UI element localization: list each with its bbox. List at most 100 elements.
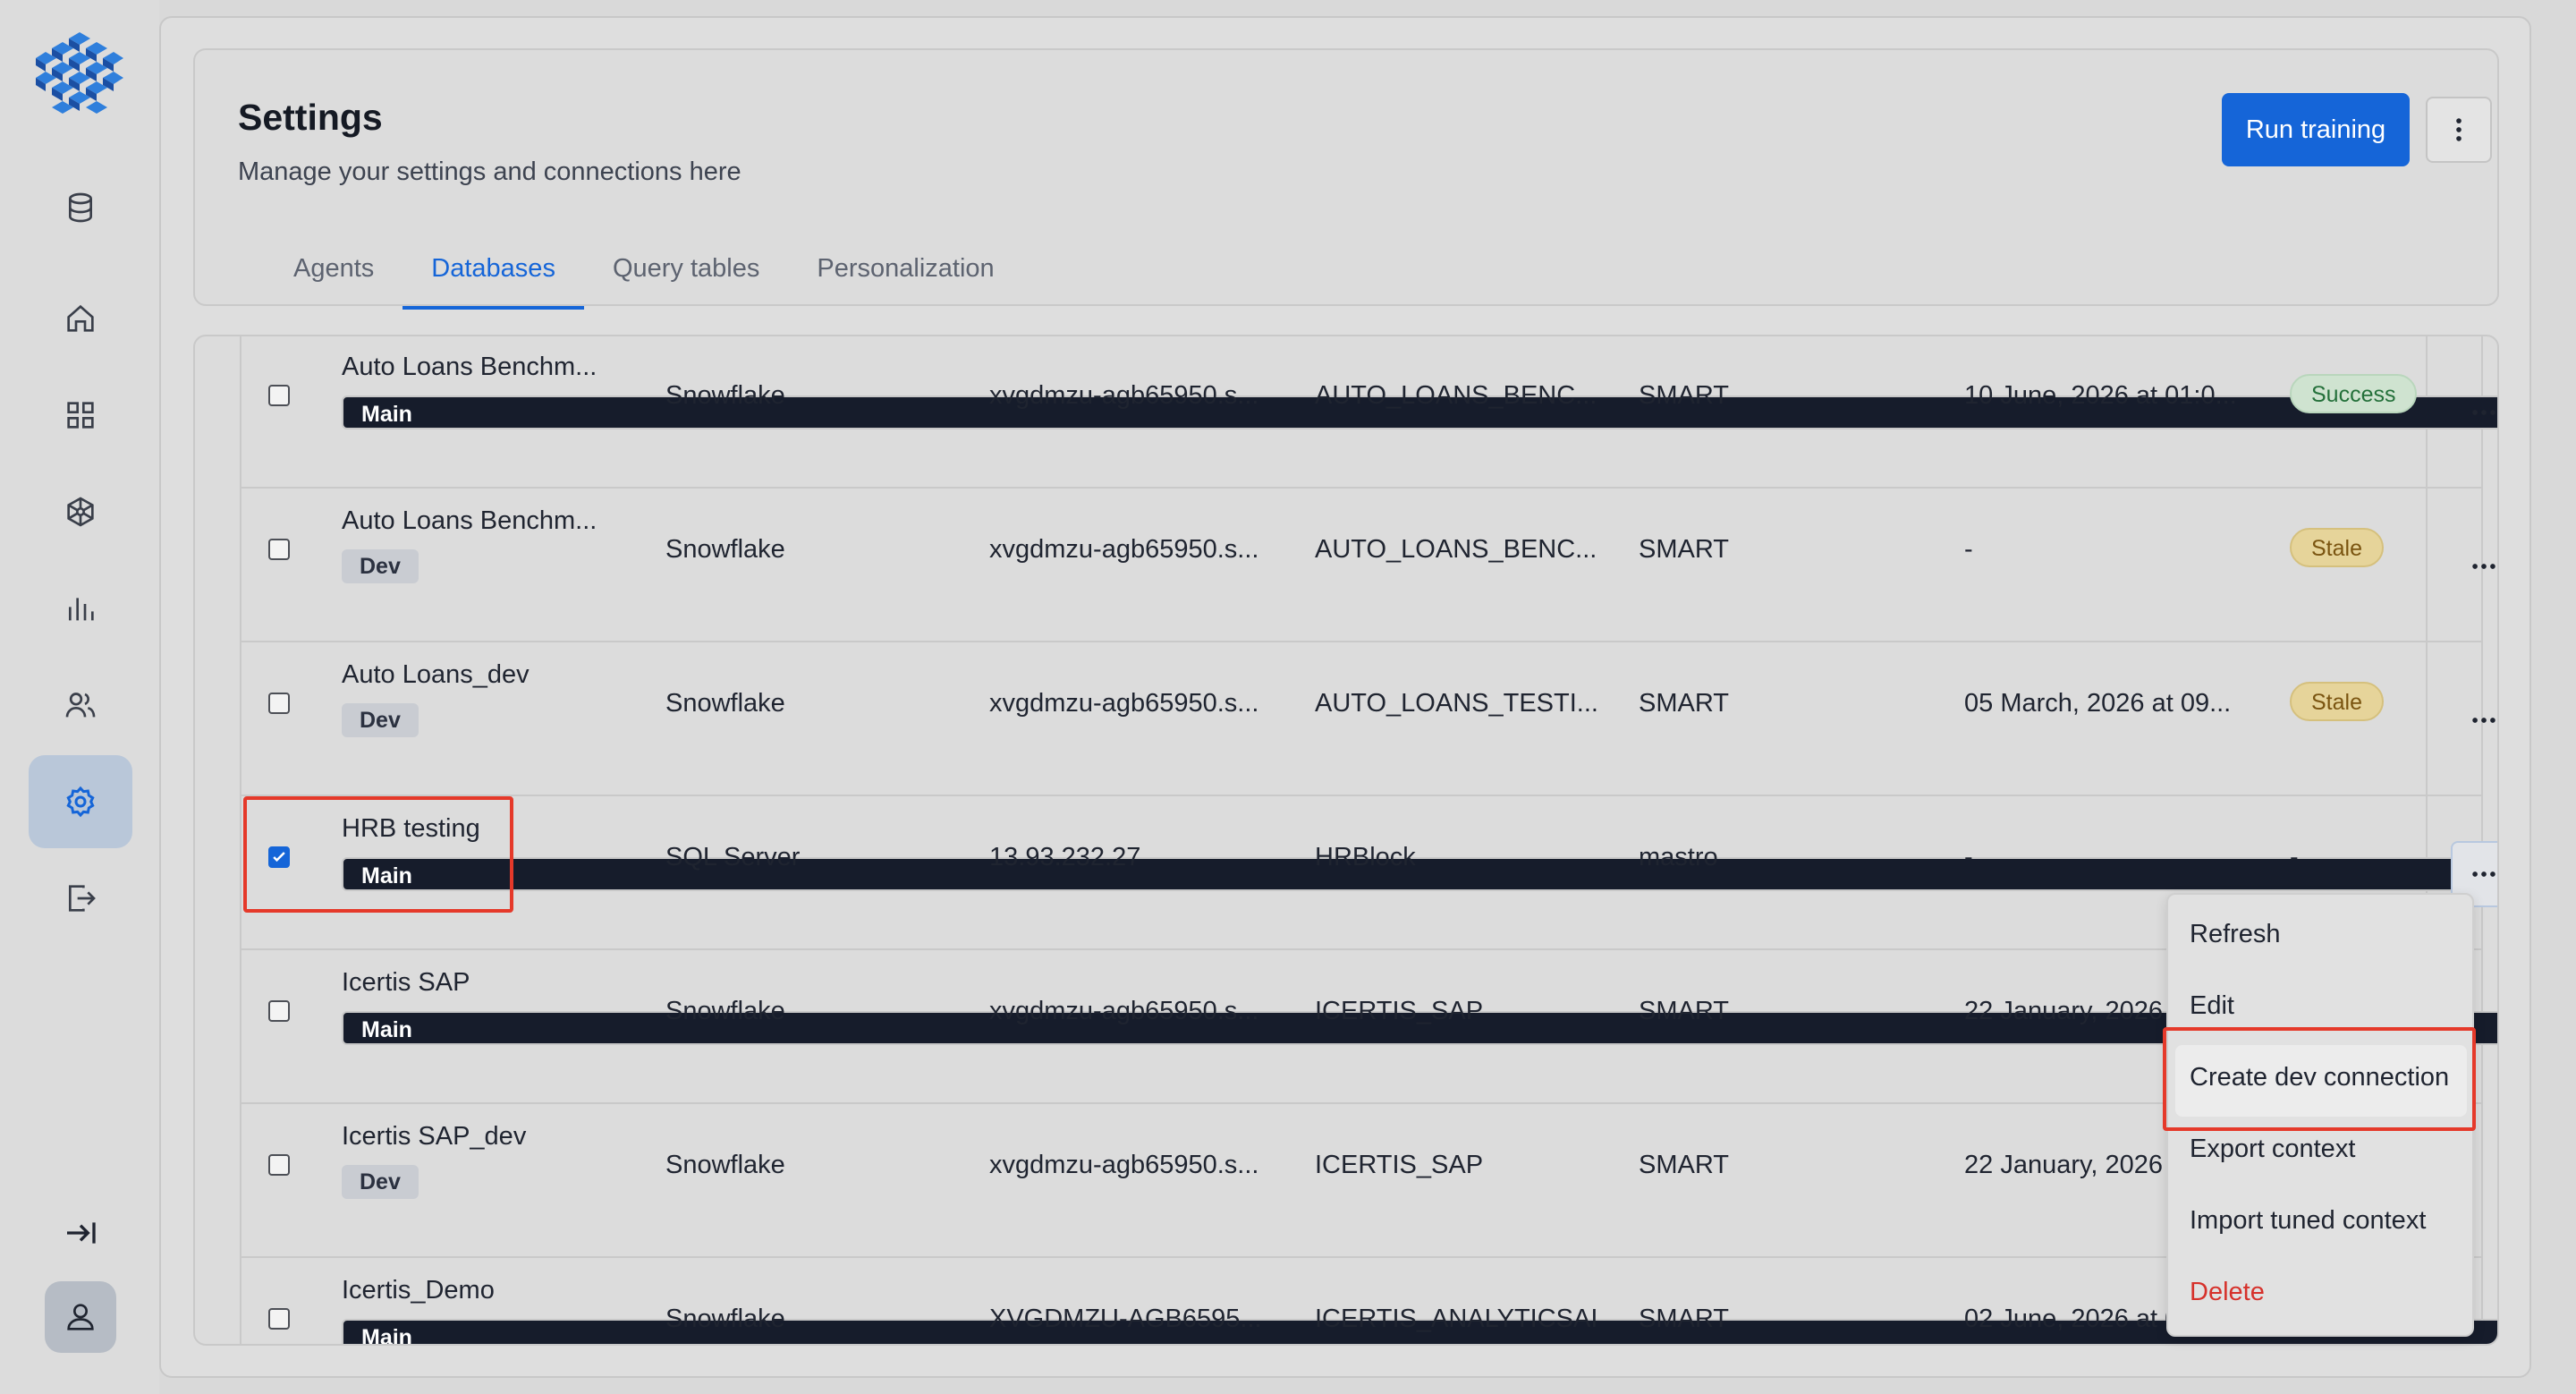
database-icon [69, 192, 92, 223]
more-horizontal-icon [2472, 718, 2496, 723]
branch-tag: Dev [342, 549, 419, 583]
settings-tabs: Agents Databases Query tables Personaliz… [265, 245, 1023, 310]
db-database: ICERTIS_SAP [1315, 1151, 1484, 1179]
db-host: xvgdmzu-agb65950.s... [989, 997, 1259, 1025]
db-database: AUTO_LOANS_BENC... [1315, 535, 1597, 564]
more-horizontal-icon [2472, 871, 2496, 877]
chart-icon [69, 598, 94, 621]
row-checkbox[interactable] [268, 693, 290, 714]
db-type: Snowflake [665, 1151, 785, 1179]
table-row[interactable]: Icertis SAP_dev Dev Snowflake xvgdmzu-ag… [242, 1104, 2481, 1258]
sidebar-item-dashboard[interactable] [29, 369, 132, 462]
row-actions-button[interactable] [2451, 379, 2497, 446]
db-type: Snowflake [665, 1305, 785, 1333]
db-database: HRBlock [1315, 843, 1416, 871]
sidebar-item-settings[interactable] [29, 755, 132, 848]
sidebar-item-home[interactable] [29, 272, 132, 365]
row-actions-button[interactable] [2451, 687, 2497, 753]
last-updated: 05 March, 2026 at 09... [1964, 689, 2232, 718]
db-schema: SMART [1639, 997, 1729, 1025]
row-checkbox[interactable] [268, 385, 290, 406]
row-checkbox[interactable] [268, 1308, 290, 1330]
status-text: - [2290, 843, 2299, 871]
row-checkbox[interactable] [268, 539, 290, 560]
branch-tag: Dev [342, 1165, 419, 1199]
row-checkbox[interactable] [268, 1154, 290, 1176]
sidebar-item-databases[interactable] [29, 161, 132, 254]
logout-icon [69, 885, 96, 912]
network-icon [67, 497, 94, 527]
connection-name: Auto Loans Benchm... [342, 353, 597, 381]
settings-header: Settings Manage your settings and connec… [193, 48, 2499, 310]
table-row[interactable]: Auto Loans_dev Dev Snowflake xvgdmzu-agb… [242, 642, 2496, 796]
connection-name: Icertis SAP_dev [342, 1122, 527, 1151]
connection-name: Icertis SAP [342, 968, 470, 997]
table-row[interactable]: Auto Loans Benchm... Main Snowflake xvgd… [242, 336, 2497, 489]
page-title: Settings [238, 97, 383, 138]
menu-item-edit[interactable]: Edit [2190, 991, 2234, 1021]
connection-name: Icertis_Demo [342, 1276, 495, 1305]
users-icon [65, 693, 96, 718]
sidebar-item-users[interactable] [29, 659, 132, 752]
db-schema: SMART [1639, 1151, 1729, 1179]
sidebar-item-network[interactable] [29, 465, 132, 558]
db-host: xvgdmzu-agb65950.s... [989, 535, 1259, 564]
tab-agents[interactable]: Agents [265, 245, 402, 308]
menu-item-import-tuned-context[interactable]: Import tuned context [2190, 1206, 2426, 1236]
tab-personalization[interactable]: Personalization [788, 245, 1022, 308]
connection-name: Auto Loans_dev [342, 660, 530, 689]
tab-query-tables[interactable]: Query tables [584, 245, 788, 308]
db-type: Snowflake [665, 381, 785, 410]
collapse-icon [67, 1222, 96, 1244]
user-icon [67, 1304, 94, 1330]
selected-row-highlight [243, 796, 513, 913]
collapse-sidebar-button[interactable] [29, 1186, 132, 1279]
db-host: 13.93.232.27 [989, 843, 1141, 871]
db-schema: SMART [1639, 381, 1729, 410]
db-type: Snowflake [665, 689, 785, 718]
user-avatar[interactable] [45, 1281, 116, 1353]
status-badge: Stale [2290, 682, 2384, 721]
tab-databases[interactable]: Databases [402, 245, 584, 310]
sidebar [0, 0, 159, 1394]
last-updated: 22 January, 2026 a [1964, 1151, 2185, 1179]
last-updated: 22 January, 2026 a [1964, 997, 2185, 1025]
db-type: SQL Server [665, 843, 801, 871]
db-database: ICERTIS_SAP [1315, 997, 1484, 1025]
row-actions-button[interactable] [2451, 533, 2497, 599]
home-icon [67, 304, 94, 332]
table-row[interactable]: Auto Loans Benchm... Dev Snowflake xvgdm… [242, 489, 2496, 642]
more-horizontal-icon [2472, 564, 2496, 569]
db-database: AUTO_LOANS_TESTI... [1315, 689, 1598, 718]
menu-item-refresh[interactable]: Refresh [2190, 920, 2281, 949]
db-type: Snowflake [665, 997, 785, 1025]
db-database: ICERTIS_ANALYTICSAI [1315, 1305, 1598, 1333]
menu-item-delete[interactable]: Delete [2190, 1278, 2265, 1307]
header-more-button[interactable] [2426, 97, 2492, 163]
table-row[interactable]: Icertis_Demo Main Snowflake XVGDMZU-AGB6… [242, 1258, 2497, 1344]
db-host: xvgdmzu-agb65950.s... [989, 689, 1259, 718]
menu-item-highlight [2163, 1027, 2476, 1131]
app-logo[interactable] [36, 32, 123, 118]
sidebar-item-analytics[interactable] [29, 562, 132, 655]
menu-item-export-context[interactable]: Export context [2190, 1135, 2355, 1164]
db-schema: SMART [1639, 1305, 1729, 1333]
db-database: AUTO_LOANS_BENC... [1315, 381, 1597, 410]
page-subtitle: Manage your settings and connections her… [238, 157, 741, 186]
table-body: Auto Loans Benchm... Main Snowflake xvgd… [240, 336, 2497, 1344]
row-checkbox[interactable] [268, 1000, 290, 1022]
more-vertical-icon [2456, 118, 2462, 141]
run-training-button[interactable]: Run training [2222, 93, 2410, 166]
status-badge: Success [2290, 374, 2418, 413]
dashboard-icon [67, 402, 94, 429]
branch-tag: Dev [342, 703, 419, 737]
table-row[interactable]: Icertis SAP Main Snowflake xvgdmzu-agb65… [242, 950, 2497, 1104]
last-updated: 02 June, 2026 at 0 [1964, 1305, 2180, 1333]
databases-table: Auto Loans Benchm... Main Snowflake xvgd… [193, 335, 2499, 1346]
db-host: xvgdmzu-agb65950.s... [989, 1151, 1259, 1179]
db-type: Snowflake [665, 535, 785, 564]
db-host: xvgdmzu-agb65950.s... [989, 381, 1259, 410]
table-row[interactable]: HRB testing Main SQL Server 13.93.232.27… [242, 796, 2497, 950]
last-updated: 10 June, 2026 at 01:0... [1964, 381, 2237, 410]
sidebar-item-logout[interactable] [29, 852, 132, 945]
